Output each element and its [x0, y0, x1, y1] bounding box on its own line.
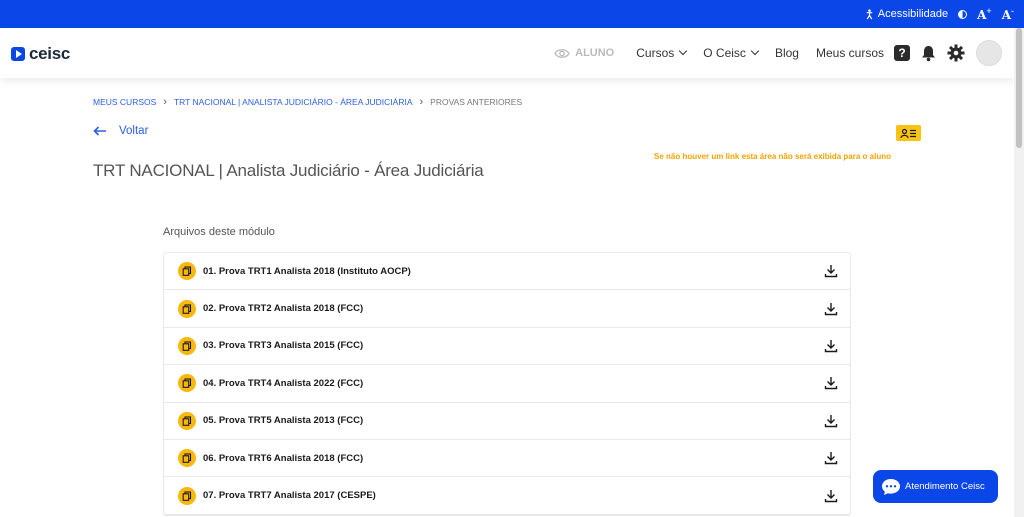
- logo-text: ceisc: [29, 44, 71, 63]
- file-name: 07. Prova TRT7 Analista 2017 (CESPE): [203, 490, 376, 502]
- nav-o-ceisc-label: O Ceisc: [703, 46, 746, 60]
- file-copy-icon: [178, 374, 196, 393]
- accessibility-bar: Acessibilidade A+ A-: [0, 0, 1024, 28]
- site-header: ceisc ALUNO Cursos O Ceisc Blog Meus cur…: [0, 28, 1014, 78]
- nav-meus-cursos-label: Meus cursos: [815, 46, 884, 60]
- chat-bubble-icon: [882, 478, 900, 495]
- download-icon[interactable]: [824, 339, 838, 353]
- user-avatar[interactable]: [976, 40, 1002, 66]
- back-link[interactable]: Voltar: [93, 125, 148, 137]
- download-icon[interactable]: [824, 264, 838, 278]
- chevron-down-icon: [750, 46, 760, 56]
- file-list: 01. Prova TRT1 Analista 2018 (Instituto …: [163, 252, 851, 516]
- chat-support-label: Atendimento Ceisc: [905, 481, 985, 492]
- file-row[interactable]: 06. Prova TRT6 Analista 2018 (FCC): [164, 440, 850, 478]
- back-label: Voltar: [119, 125, 149, 137]
- font-increase-button[interactable]: A+: [977, 6, 992, 22]
- file-name: 06. Prova TRT6 Analista 2018 (FCC): [203, 452, 364, 464]
- ceisc-logo[interactable]: ceisc: [11, 44, 70, 64]
- breadcrumb: MEUS CURSOS › TRT NACIONAL | ANALISTA JU…: [93, 96, 522, 108]
- file-row[interactable]: 07. Prova TRT7 Analista 2017 (CESPE): [164, 477, 850, 515]
- file-row[interactable]: 02. Prova TRT2 Analista 2018 (FCC): [164, 290, 850, 328]
- file-copy-icon: [178, 449, 196, 468]
- breadcrumb-separator-icon: ›: [419, 96, 424, 108]
- student-card-icon[interactable]: [896, 125, 921, 141]
- bell-icon[interactable]: [921, 45, 936, 62]
- file-name: 05. Prova TRT5 Analista 2013 (FCC): [203, 415, 364, 427]
- font-decrease-label: A: [1001, 8, 1011, 22]
- view-mode-label: ALUNO: [575, 47, 615, 59]
- font-increase-suffix: +: [986, 6, 992, 16]
- nav-meus-cursos[interactable]: Meus cursos: [816, 46, 884, 60]
- gear-icon[interactable]: [947, 44, 965, 62]
- breadcrumb-separator-icon: ›: [163, 96, 167, 108]
- file-name: 04. Prova TRT4 Analista 2022 (FCC): [203, 377, 364, 389]
- file-name: 02. Prova TRT2 Analista 2018 (FCC): [203, 303, 364, 315]
- breadcrumb-current: PROVAS ANTERIORES: [430, 97, 523, 107]
- accessibility-label: Acessibilidade: [877, 8, 949, 20]
- files-section-label: Arquivos deste módulo: [163, 226, 275, 238]
- file-row[interactable]: 01. Prova TRT1 Analista 2018 (Instituto …: [164, 253, 850, 291]
- download-icon[interactable]: [824, 451, 838, 465]
- chevron-down-icon: [679, 46, 688, 56]
- view-mode-toggle[interactable]: ALUNO: [554, 47, 614, 59]
- file-copy-icon: [178, 411, 196, 430]
- accessibility-link[interactable]: Acessibilidade: [864, 8, 948, 20]
- file-copy-icon: [178, 299, 196, 318]
- file-name: 03. Prova TRT3 Analista 2015 (FCC): [203, 340, 364, 352]
- font-decrease-suffix: -: [1011, 6, 1014, 16]
- main-nav: ALUNO Cursos O Ceisc Blog Meus cursos ?: [554, 28, 1002, 78]
- download-icon[interactable]: [824, 376, 838, 390]
- file-copy-icon: [178, 336, 196, 355]
- download-icon[interactable]: [824, 414, 838, 428]
- file-row[interactable]: 05. Prova TRT5 Analista 2013 (FCC): [164, 403, 850, 440]
- file-copy-icon: [178, 486, 196, 505]
- font-decrease-button[interactable]: A-: [1002, 6, 1014, 22]
- accessibility-icon: [866, 8, 873, 19]
- visibility-notice: Se não houver um link esta área não será…: [654, 152, 891, 161]
- nav-cursos[interactable]: Cursos: [636, 46, 688, 60]
- eye-icon: [554, 48, 570, 58]
- nav-blog[interactable]: Blog: [775, 46, 799, 60]
- help-icon[interactable]: ?: [894, 45, 910, 61]
- nav-cursos-label: Cursos: [636, 46, 675, 60]
- logo-play-icon: [11, 47, 25, 61]
- page-title: TRT NACIONAL | Analista Judiciário - Áre…: [93, 161, 484, 180]
- file-row[interactable]: 04. Prova TRT4 Analista 2022 (FCC): [164, 365, 850, 403]
- download-icon[interactable]: [824, 302, 838, 316]
- breadcrumb-meus-cursos[interactable]: MEUS CURSOS: [93, 97, 156, 107]
- nav-o-ceisc[interactable]: O Ceisc: [703, 46, 760, 60]
- breadcrumb-course[interactable]: TRT NACIONAL | ANALISTA JUDICIÁRIO - ÁRE…: [174, 97, 413, 107]
- chat-support-button[interactable]: Atendimento Ceisc: [873, 470, 998, 503]
- scrollbar-thumb[interactable]: [1016, 28, 1022, 148]
- arrow-left-icon: [93, 126, 106, 136]
- file-row[interactable]: 03. Prova TRT3 Analista 2015 (FCC): [164, 328, 850, 366]
- file-name: 01. Prova TRT1 Analista 2018 (Instituto …: [203, 265, 411, 277]
- contrast-toggle-icon[interactable]: [958, 9, 968, 19]
- nav-blog-label: Blog: [774, 46, 799, 60]
- download-icon[interactable]: [824, 489, 838, 503]
- page-scrollbar[interactable]: [1014, 28, 1024, 517]
- file-copy-icon: [178, 262, 196, 281]
